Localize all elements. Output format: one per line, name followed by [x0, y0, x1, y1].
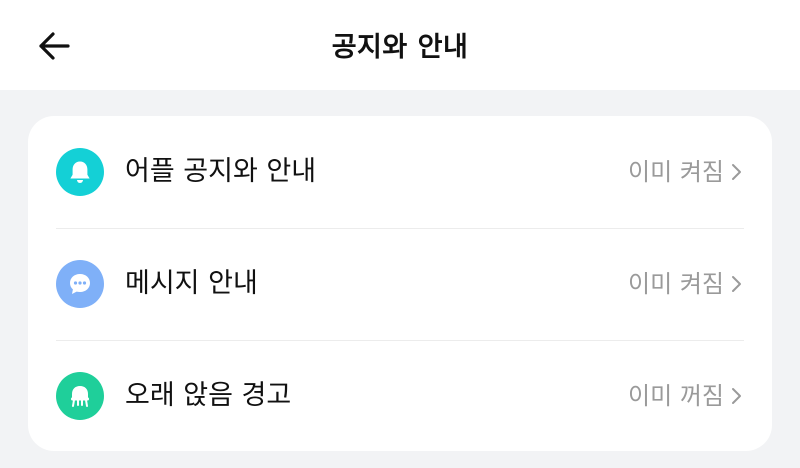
chair-icon: [56, 372, 104, 420]
chevron-right-icon: [730, 274, 744, 294]
setting-label: 메시지 안내: [125, 268, 258, 299]
setting-label: 오래 앉음 경고: [125, 380, 292, 411]
chevron-right-icon: [730, 162, 744, 182]
chat-bubble-icon: [56, 260, 104, 308]
setting-label: 어플 공지와 안내: [125, 156, 317, 187]
settings-card: 어플 공지와 안내 이미 켜짐 메시지 안내 이미 켜짐 오래 앉음 경고 이미…: [28, 116, 772, 451]
setting-row-sitting-alert[interactable]: 오래 앉음 경고 이미 꺼짐: [28, 340, 772, 452]
page-title: 공지와 안내: [331, 32, 469, 63]
chevron-right-icon: [730, 386, 744, 406]
setting-row-app-notice[interactable]: 어플 공지와 안내 이미 켜짐: [28, 116, 772, 228]
setting-status: 이미 꺼짐: [628, 382, 724, 410]
setting-row-message-notice[interactable]: 메시지 안내 이미 켜짐: [28, 228, 772, 340]
setting-status: 이미 켜짐: [628, 158, 724, 186]
bell-icon: [56, 148, 104, 196]
top-bar: 공지와 안내: [0, 0, 800, 90]
setting-status: 이미 켜짐: [628, 270, 724, 298]
